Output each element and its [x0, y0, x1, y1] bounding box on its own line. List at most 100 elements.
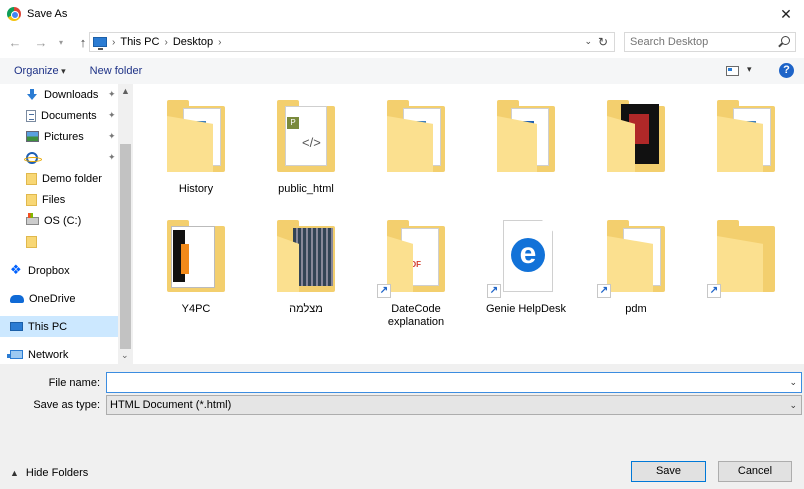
file-name-field[interactable]: ⌄ [106, 372, 802, 393]
code-icon: </> [302, 135, 321, 150]
save-as-type-dropdown-icon[interactable]: ⌄ [789, 400, 797, 411]
file-item-folder-shortcut[interactable]: ↗ [696, 220, 796, 303]
file-name-input[interactable] [107, 373, 787, 392]
sidebar-item-onedrive[interactable]: OneDrive [0, 288, 118, 309]
download-icon [26, 89, 39, 100]
forward-arrow-icon[interactable]: → [32, 35, 50, 50]
pictures-icon [26, 131, 39, 142]
cancel-button[interactable]: Cancel [718, 461, 792, 482]
file-item-camera[interactable]: מצלמה [256, 220, 356, 316]
file-item-genie-helpdesk[interactable]: e ↗ Genie HelpDesk [476, 220, 576, 316]
breadcrumb-separator-icon[interactable]: › [218, 37, 221, 48]
folder-icon [387, 100, 445, 178]
chrome-app-icon [7, 7, 21, 21]
shortcut-arrow-icon: ↗ [487, 284, 501, 298]
close-button[interactable]: ✕ [768, 0, 804, 28]
sidebar-item-this-pc[interactable]: This PC [0, 316, 118, 337]
folder-shortcut-icon: ↗ [707, 220, 775, 298]
file-item-label: מצלמה [289, 303, 323, 315]
file-item-pdm[interactable]: ↗ pdm [586, 220, 686, 316]
pin-icon: ✦ [108, 152, 116, 162]
file-name-dropdown-icon[interactable]: ⌄ [789, 377, 797, 388]
file-view: History P </> public_html Y4PC מצלמה PDF… [134, 84, 804, 364]
file-item-label: Genie HelpDesk [485, 303, 567, 315]
folder-icon [497, 100, 555, 178]
file-item-folder[interactable] [696, 100, 796, 183]
folder-shortcut-icon: PDF ↗ [377, 220, 445, 298]
shortcut-arrow-icon: ↗ [597, 284, 611, 298]
file-item-label: History [178, 183, 214, 195]
sidebar-item-dropbox[interactable]: Dropbox [0, 260, 118, 281]
sidebar-scrollbar[interactable]: ▲ ⌄ [118, 84, 133, 364]
documents-icon [26, 109, 36, 122]
file-item-label: public_html [278, 183, 334, 195]
sidebar-item-downloads[interactable]: Downloads ✦ [0, 84, 118, 105]
view-options-icon[interactable] [726, 66, 739, 76]
refresh-icon[interactable]: ↻ [598, 35, 608, 49]
file-item-label: DateCode explanation [387, 303, 445, 328]
pin-icon: ✦ [108, 89, 116, 99]
onedrive-icon [10, 294, 24, 303]
shortcut-arrow-icon: ↗ [377, 284, 391, 298]
sidebar-item-label: This PC [28, 320, 68, 333]
folder-shortcut-icon: ↗ [597, 220, 665, 298]
file-item-history[interactable]: History [146, 100, 246, 196]
sidebar-item-browser[interactable]: ✦ [0, 147, 118, 168]
breadcrumb-this-pc[interactable]: This PC [120, 36, 159, 48]
scroll-up-icon[interactable]: ▲ [121, 86, 130, 96]
file-item-folder[interactable] [366, 100, 466, 183]
sidebar-item-folder[interactable] [0, 231, 118, 252]
address-bar[interactable]: › This PC › Desktop › ⌄ ↻ [89, 32, 615, 52]
file-name-label: File name: [48, 377, 100, 389]
title-bar: Save As ✕ [0, 0, 804, 28]
sidebar-item-label: Dropbox [28, 264, 70, 277]
scroll-down-icon[interactable]: ⌄ [121, 350, 129, 361]
file-item-y4pc[interactable]: Y4PC [146, 220, 246, 316]
folder-icon [26, 193, 37, 206]
view-dropdown-icon[interactable]: ▾ [747, 64, 752, 75]
this-pc-icon [10, 322, 23, 331]
pin-icon: ✦ [108, 110, 116, 120]
breadcrumb-desktop[interactable]: Desktop [173, 36, 213, 48]
search-input[interactable] [630, 36, 776, 48]
address-dropdown-icon[interactable]: ⌄ [584, 36, 592, 47]
folder-icon [607, 100, 665, 178]
file-item-label: Y4PC [181, 303, 211, 315]
help-icon[interactable]: ? [779, 63, 794, 78]
organize-button[interactable]: Organize [14, 65, 66, 77]
back-arrow-icon[interactable]: ← [6, 35, 24, 50]
folder-icon [167, 100, 225, 178]
sidebar-item-network[interactable]: Network [0, 344, 118, 365]
breadcrumb-separator-icon[interactable]: › [164, 37, 167, 48]
php-badge: P [287, 117, 299, 129]
breadcrumb-separator-icon[interactable]: › [112, 37, 115, 48]
hide-folders-button[interactable]: ▲ Hide Folders [10, 467, 88, 479]
file-item-folder[interactable] [586, 100, 686, 183]
sidebar-item-label: Files [42, 193, 66, 206]
file-item-datecode-explanation[interactable]: PDF ↗ DateCode explanation [366, 220, 466, 329]
scrollbar-thumb[interactable] [120, 144, 131, 349]
save-as-type-label: Save as type: [33, 399, 100, 411]
folder-icon [26, 235, 37, 248]
sidebar-item-label: OS (C:) [44, 214, 82, 227]
this-pc-icon [93, 37, 107, 50]
sidebar-item-files[interactable]: Files [0, 189, 118, 210]
sidebar-item-label: Network [28, 348, 69, 361]
recent-locations-chevron-icon[interactable]: ▾ [52, 38, 70, 47]
save-button[interactable]: Save [631, 461, 706, 482]
dropbox-icon [10, 262, 23, 278]
search-icon[interactable] [781, 36, 790, 45]
sidebar-item-label: Documents [41, 109, 97, 122]
file-item-public-html[interactable]: P </> public_html [256, 100, 356, 196]
folder-icon [277, 220, 335, 298]
save-as-type-value: HTML Document (*.html) [110, 399, 232, 411]
search-box[interactable] [624, 32, 796, 52]
file-item-folder[interactable] [476, 100, 576, 183]
save-as-type-select[interactable]: HTML Document (*.html) ⌄ [106, 395, 802, 415]
sidebar-item-demo-folder[interactable]: Demo folder [0, 168, 118, 189]
sidebar-item-pictures[interactable]: Pictures ✦ [0, 126, 118, 147]
sidebar-item-os-c[interactable]: OS (C:) [0, 210, 118, 231]
drive-icon [26, 212, 39, 225]
new-folder-button[interactable]: New folder [90, 65, 143, 77]
sidebar-item-documents[interactable]: Documents ✦ [0, 105, 118, 126]
